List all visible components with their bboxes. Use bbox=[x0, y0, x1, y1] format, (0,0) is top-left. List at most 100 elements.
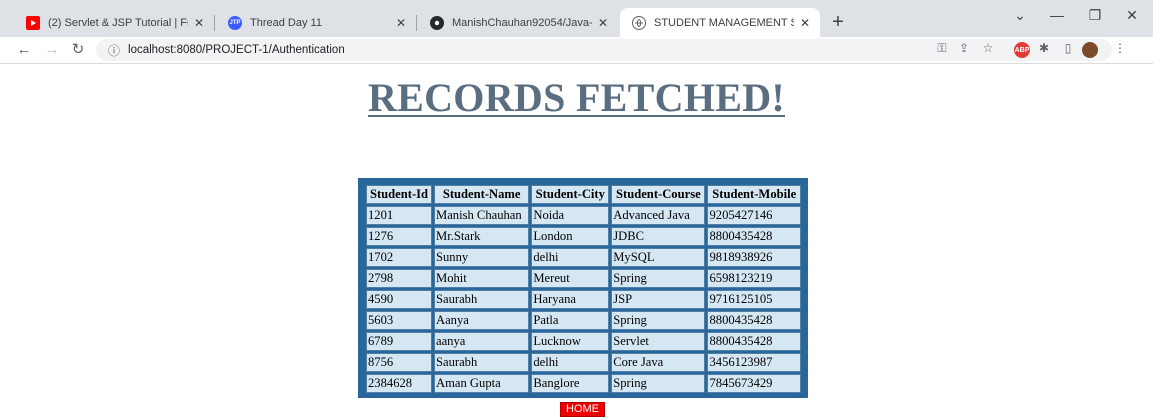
tab-strip: (2) Servlet & JSP Tutorial | Full Co ✕ J… bbox=[0, 0, 1153, 37]
extensions-puzzle-icon[interactable]: ✱ bbox=[1036, 40, 1052, 56]
cell-student-name: Mr.Stark bbox=[434, 227, 530, 246]
cell-student-id: 1201 bbox=[366, 206, 432, 225]
cell-student-id: 8756 bbox=[366, 353, 432, 372]
url-text: localhost:8080/PROJECT-1/Authentication bbox=[128, 44, 345, 56]
cell-student-mobile: 8800435428 bbox=[707, 311, 801, 330]
back-icon[interactable]: ← bbox=[14, 40, 34, 60]
table-row: 4590 Saurabh Haryana JSP 9716125105 bbox=[366, 290, 801, 309]
cell-student-course: Advanced Java bbox=[611, 206, 706, 225]
cell-student-id: 4590 bbox=[366, 290, 432, 309]
cell-student-id: 6789 bbox=[366, 332, 432, 351]
cell-student-id: 1702 bbox=[366, 248, 432, 267]
cell-student-city: Haryana bbox=[531, 290, 610, 309]
browser-toolbar: ← → ↻ ⓘ localhost:8080/PROJECT-1/Authent… bbox=[0, 37, 1153, 64]
restore-button[interactable]: ❐ bbox=[1080, 7, 1110, 24]
cell-student-id: 2384628 bbox=[366, 374, 432, 393]
table-row: 5603 Aanya Patla Spring 8800435428 bbox=[366, 311, 801, 330]
cell-student-course: JDBC bbox=[611, 227, 706, 246]
adblock-icon[interactable]: ABP bbox=[1014, 42, 1030, 58]
header-student-city: Student-City bbox=[531, 185, 610, 204]
cell-student-name: Mohit bbox=[434, 269, 530, 288]
close-tab-icon[interactable]: ✕ bbox=[596, 16, 610, 30]
tab-search-icon[interactable]: ⌄ bbox=[1005, 7, 1035, 24]
jtp-icon: JTP bbox=[228, 15, 242, 30]
cell-student-city: Banglore bbox=[531, 374, 610, 393]
github-icon bbox=[430, 15, 444, 30]
side-panel-icon[interactable]: ▯ bbox=[1060, 40, 1076, 56]
tab-divider bbox=[214, 15, 215, 31]
records-table: Student-Id Student-Name Student-City Stu… bbox=[364, 183, 803, 395]
table-row: 1201 Manish Chauhan Noida Advanced Java 9205… bbox=[366, 206, 801, 225]
cell-student-mobile: 9205427146 bbox=[707, 206, 801, 225]
header-student-mobile: Student-Mobile bbox=[707, 185, 801, 204]
tab-thread-day[interactable]: JTP Thread Day 11 ✕ bbox=[216, 8, 416, 37]
reload-icon[interactable]: ↻ bbox=[68, 40, 88, 60]
password-key-icon[interactable]: ⚿ bbox=[934, 40, 950, 56]
table-row: 1276 Mr.Stark London JDBC 8800435428 bbox=[366, 227, 801, 246]
home-button[interactable]: HOME bbox=[560, 402, 605, 417]
cell-student-city: Noida bbox=[531, 206, 610, 225]
cell-student-city: Patla bbox=[531, 311, 610, 330]
globe-icon bbox=[632, 15, 646, 30]
close-tab-icon[interactable]: ✕ bbox=[394, 16, 408, 30]
cell-student-city: Mereut bbox=[531, 269, 610, 288]
cell-student-course: Spring bbox=[611, 374, 706, 393]
cell-student-course: Spring bbox=[611, 311, 706, 330]
cell-student-city: delhi bbox=[531, 353, 610, 372]
tab-title: Thread Day 11 bbox=[250, 16, 322, 29]
cell-student-id: 1276 bbox=[366, 227, 432, 246]
cell-student-city: Lucknow bbox=[531, 332, 610, 351]
cell-student-city: London bbox=[531, 227, 610, 246]
close-window-button[interactable]: ✕ bbox=[1117, 7, 1147, 24]
cell-student-mobile: 9716125105 bbox=[707, 290, 801, 309]
cell-student-mobile: 6598123219 bbox=[707, 269, 801, 288]
cell-student-name: Aman Gupta bbox=[434, 374, 530, 393]
share-icon[interactable]: ⇪ bbox=[956, 40, 972, 56]
close-tab-icon[interactable]: ✕ bbox=[192, 16, 206, 30]
menu-kebab-icon[interactable]: ⋮ bbox=[1112, 40, 1128, 56]
cell-student-name: Saurabh bbox=[434, 290, 530, 309]
minimize-button[interactable]: — bbox=[1042, 7, 1072, 23]
cell-student-mobile: 3456123987 bbox=[707, 353, 801, 372]
table-row: 1702 Sunny delhi MySQL 9818938926 bbox=[366, 248, 801, 267]
profile-avatar[interactable] bbox=[1082, 42, 1098, 58]
cell-student-id: 5603 bbox=[366, 311, 432, 330]
tab-divider bbox=[416, 15, 417, 31]
header-student-id: Student-Id bbox=[366, 185, 432, 204]
cell-student-mobile: 8800435428 bbox=[707, 332, 801, 351]
cell-student-mobile: 8800435428 bbox=[707, 227, 801, 246]
tab-title: (2) Servlet & JSP Tutorial | Full Co bbox=[48, 16, 188, 29]
forward-icon[interactable]: → bbox=[42, 40, 62, 60]
header-student-name: Student-Name bbox=[434, 185, 530, 204]
page-title: RECORDS FETCHED! bbox=[367, 75, 786, 120]
cell-student-name: Aanya bbox=[434, 311, 530, 330]
table-row: 8756 Saurabh delhi Core Java 3456123987 bbox=[366, 353, 801, 372]
cell-student-city: delhi bbox=[531, 248, 610, 267]
youtube-icon bbox=[26, 15, 40, 30]
tab-title: ManishChauhan92054/Java-Serv bbox=[452, 16, 592, 29]
cell-student-name: Sunny bbox=[434, 248, 530, 267]
header-student-course: Student-Course bbox=[611, 185, 706, 204]
table-header-row: Student-Id Student-Name Student-City Stu… bbox=[366, 185, 801, 204]
close-tab-icon[interactable]: ✕ bbox=[798, 16, 812, 30]
tab-title: STUDENT MANAGEMENT SYSTEI bbox=[654, 16, 794, 29]
tab-student-management[interactable]: STUDENT MANAGEMENT SYSTEI ✕ bbox=[620, 8, 820, 37]
tab-github-repo[interactable]: ManishChauhan92054/Java-Serv ✕ bbox=[418, 8, 618, 37]
cell-student-mobile: 9818938926 bbox=[707, 248, 801, 267]
records-table-container: Student-Id Student-Name Student-City Stu… bbox=[358, 178, 808, 398]
new-tab-button[interactable]: + bbox=[826, 11, 850, 35]
bookmark-star-icon[interactable]: ☆ bbox=[980, 40, 996, 56]
cell-student-name: aanya bbox=[434, 332, 530, 351]
cell-student-course: Servlet bbox=[611, 332, 706, 351]
cell-student-course: JSP bbox=[611, 290, 706, 309]
cell-student-course: MySQL bbox=[611, 248, 706, 267]
table-row: 6789 aanya Lucknow Servlet 8800435428 bbox=[366, 332, 801, 351]
site-info-icon[interactable]: ⓘ bbox=[108, 42, 120, 59]
cell-student-mobile: 7845673429 bbox=[707, 374, 801, 393]
cell-student-name: Saurabh bbox=[434, 353, 530, 372]
table-row: 2384628 Aman Gupta Banglore Spring 784567342… bbox=[366, 374, 801, 393]
tab-servlet-tutorial[interactable]: (2) Servlet & JSP Tutorial | Full Co ✕ bbox=[14, 8, 214, 37]
cell-student-id: 2798 bbox=[366, 269, 432, 288]
cell-student-name: Manish Chauhan bbox=[434, 206, 530, 225]
cell-student-course: Spring bbox=[611, 269, 706, 288]
